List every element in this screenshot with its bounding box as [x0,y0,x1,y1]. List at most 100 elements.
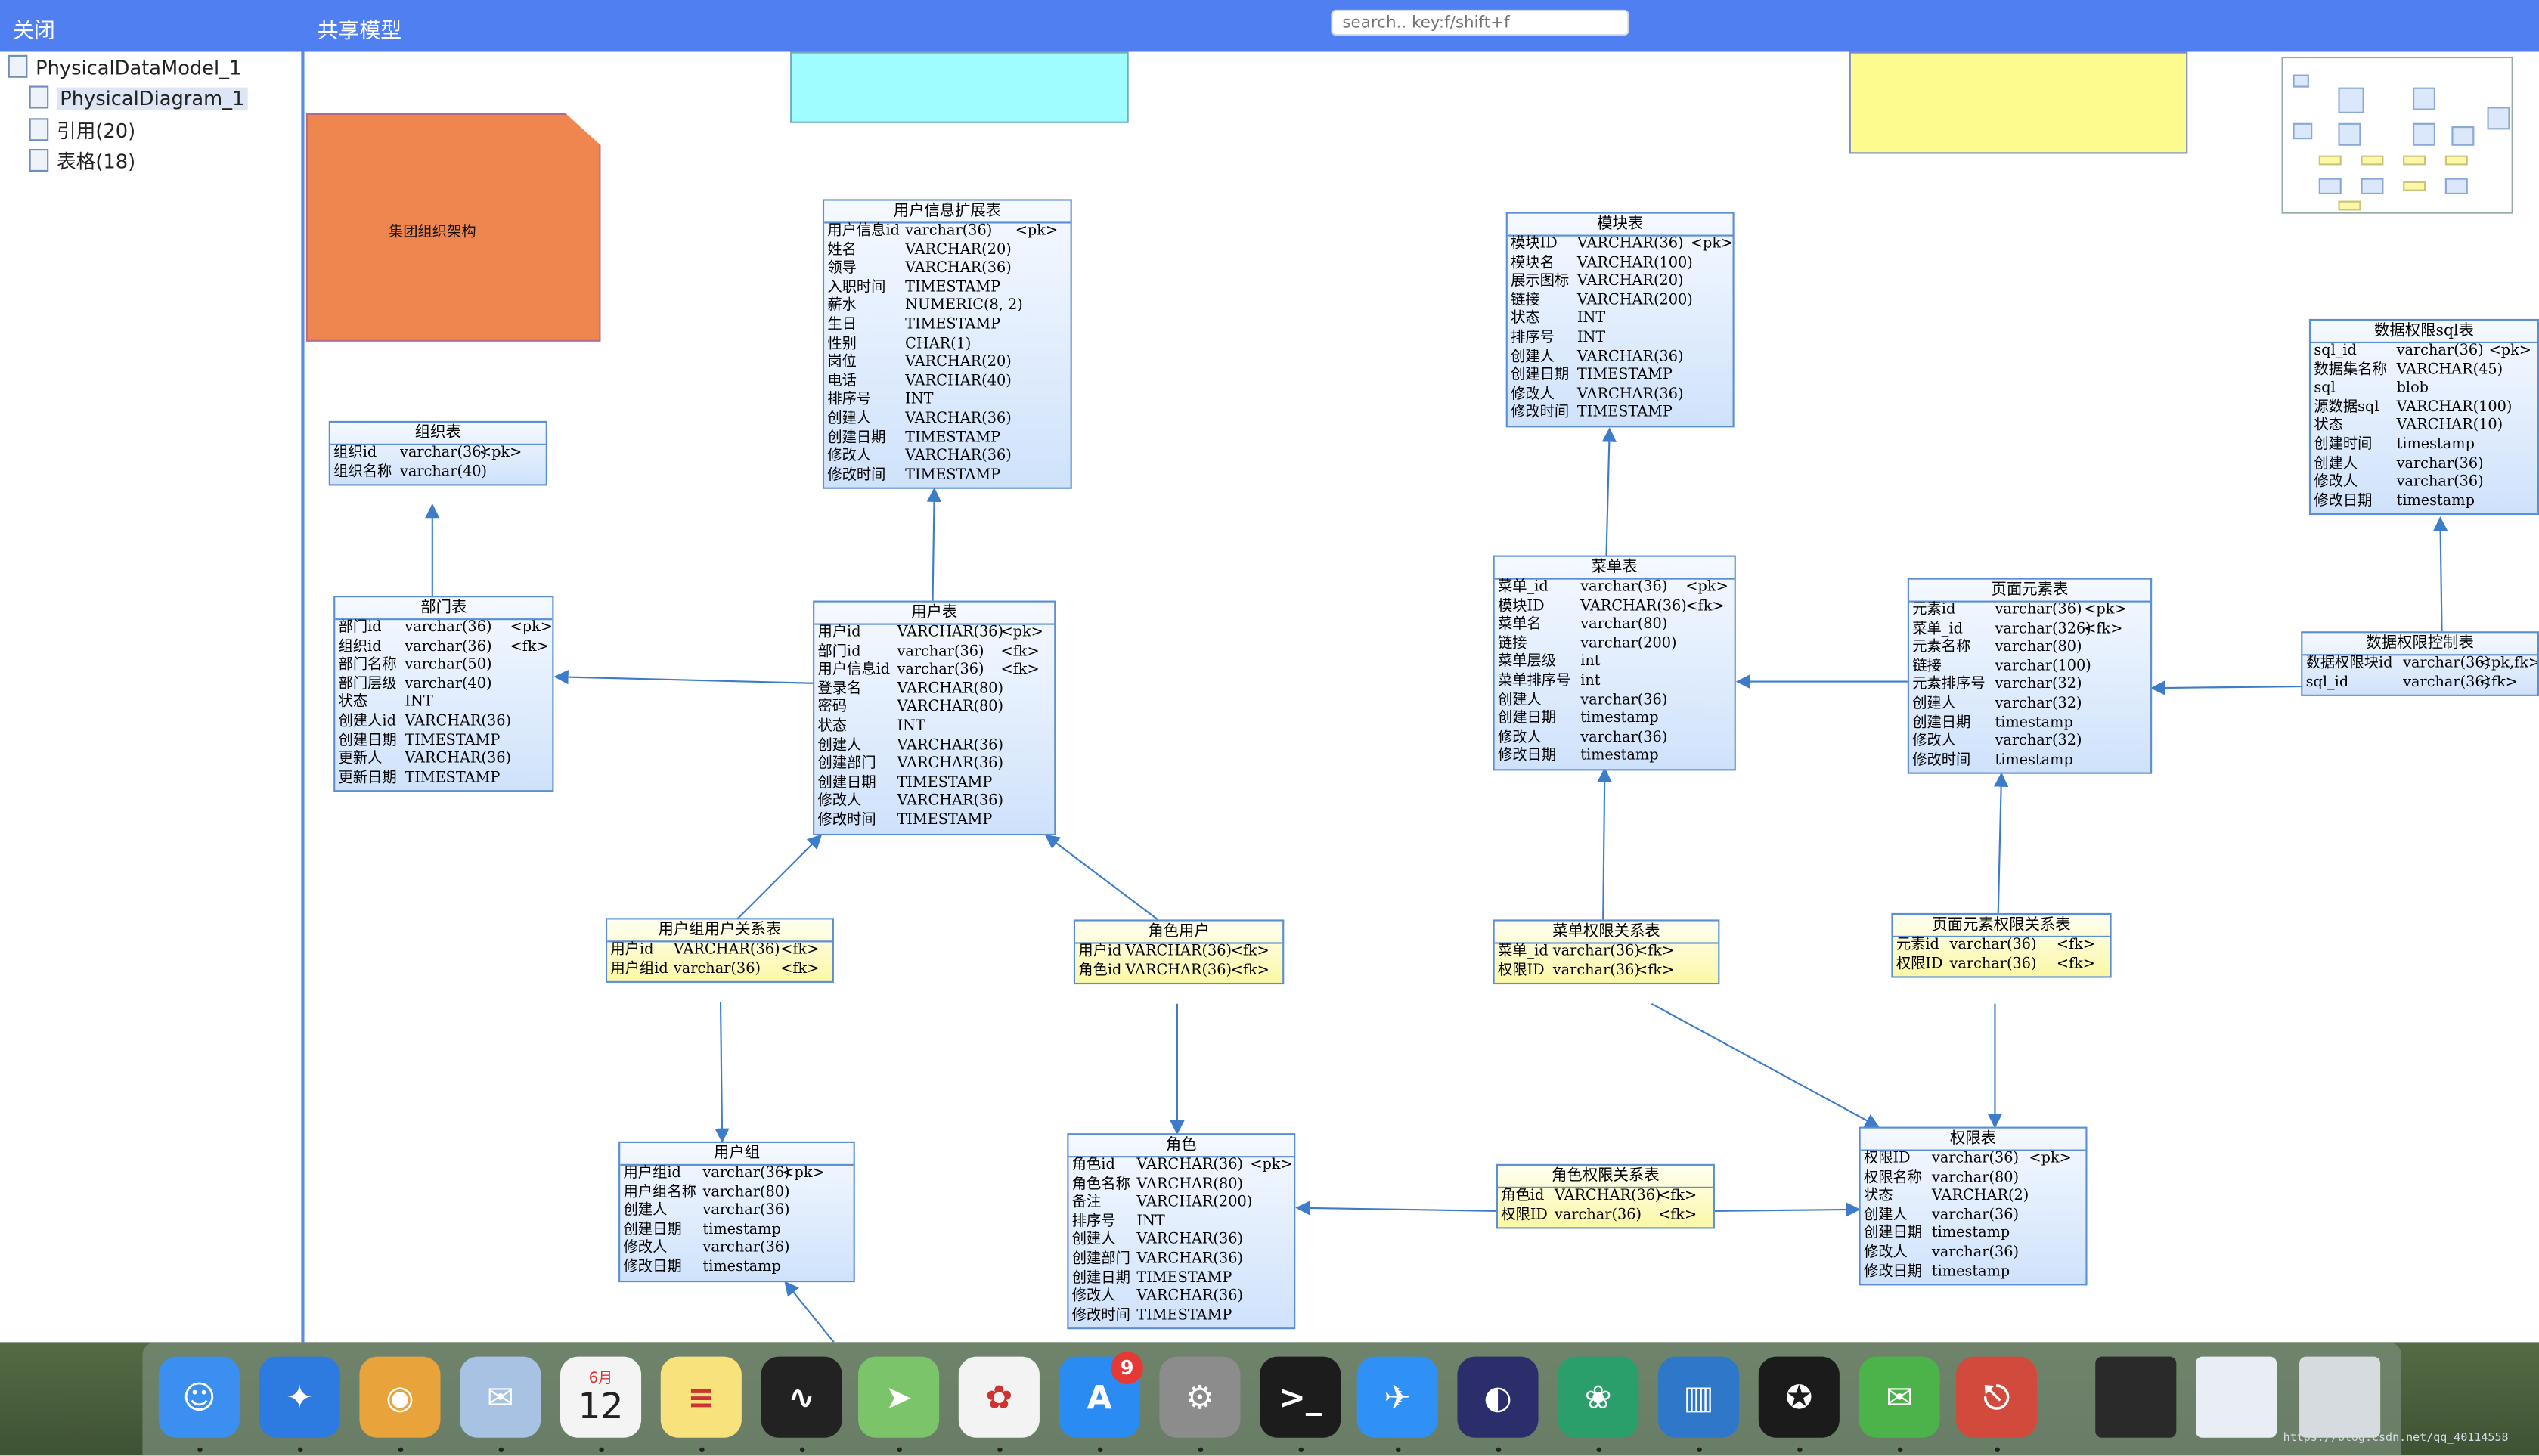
running-indicator [1198,1447,1204,1453]
diagram-canvas[interactable]: 集团组织架构 用户信息扩展表 用户信息id varchar(36) <pk> 姓名 VAR… [304,51,2539,1343]
table-data-perm-sql[interactable]: 数据权限sql表 sql_id varchar(36) <pk> 数据集名称 VARCHA… [2308,318,2539,516]
table-dept[interactable]: 部门表 部门id varchar(36) <pk> 组织id varchar(36) <fk… [333,596,554,793]
link-roleuser-user [1044,834,1158,921]
table-menu-perm[interactable]: 菜单权限关系表 菜单_id varchar(36) <fk> 权限ID varchar(3… [1493,919,1720,985]
column-type: TIMESTAMP [1576,367,1673,384]
system-preferences-icon[interactable]: ⚙ [1159,1356,1241,1438]
table-row: 权限ID varchar(36) <fk> [1893,956,2110,975]
table-org[interactable]: 组织表 组织id varchar(36) <pk> 组织名称 varchar(40) [328,420,547,486]
table-perm[interactable]: 权限表 权限ID varchar(36) <pk> 权限名称 varchar(80) 状态 V… [1859,1126,2088,1286]
notes-icon[interactable]: ≡ [660,1356,742,1438]
column-type: VARCHAR(80) [897,681,1004,698]
terminal-icon[interactable]: >_ [1260,1356,1341,1438]
table-row: 修改人 varchar(36) [1861,1245,2086,1264]
finder-icon[interactable]: ☺ [158,1356,240,1438]
column-type: VARCHAR(36) [1576,236,1684,253]
table-row: 修改人 varchar(36) [2311,475,2537,494]
running-indicator [599,1447,604,1453]
table-user[interactable]: 用户表 用户id VARCHAR(36) <pk> 部门id varchar(36) <fk… [813,600,1056,835]
table-title: 模块表 [1507,214,1733,237]
qq-icon[interactable]: ✪ [1758,1356,1840,1438]
safari-icon[interactable]: ✦ [259,1356,340,1438]
wechat-icon[interactable]: ✉ [1859,1356,1940,1438]
table-role-perm[interactable]: 角色权限关系表 角色id VARCHAR(36) <fk> 权限ID varchar(36… [1496,1163,1715,1229]
tree-item-tables[interactable]: 表格(18) [29,147,135,175]
column-name: sql [2314,380,2336,398]
tree-root[interactable]: PhysicalDataModel_1 [8,54,241,79]
table-row: 密码 VARCHAR(80) [814,700,1054,719]
column-type: VARCHAR(10) [2396,418,2503,435]
table-row: 元素排序号 varchar(32) [1909,677,2150,696]
column-type: timestamp [1931,1225,2010,1243]
navicat-icon[interactable]: ❀ [1558,1356,1639,1438]
trash-icon[interactable] [2299,1356,2381,1438]
photos-icon[interactable]: ✿ [958,1356,1040,1438]
table-row: 修改人 VARCHAR(36) [1508,386,1733,405]
link-menuperm-menu [1597,767,1612,920]
table-row: 角色名称 VARCHAR(80) [1068,1176,1294,1195]
table-row: 创建人 varchar(36) [2311,456,2537,475]
column-type: varchar(32) [1995,695,2082,713]
column-name: 更新日期 [338,770,397,787]
chrome-icon[interactable]: ◉ [359,1356,441,1438]
table-row: 菜单层级 int [1495,655,1735,674]
org-architecture-note[interactable]: 集团组织架构 [305,113,601,342]
table-row: 创建人 VARCHAR(36) [1068,1233,1294,1252]
table-row: sql_id varchar(36) <fk> [2302,674,2537,693]
yellow-note[interactable] [1849,51,2188,154]
table-elem-perm[interactable]: 页面元素权限关系表 元素id varchar(36) <fk> 权限ID varchar(… [1891,912,2112,978]
tree-item-diagram[interactable]: PhysicalDiagram_1 [29,85,248,110]
close-button[interactable]: 关闭 [13,13,55,44]
eclipse-icon[interactable]: ◐ [1457,1356,1539,1438]
link-elemperm-element [1993,772,2009,913]
table-role[interactable]: 角色 角色id VARCHAR(36) <pk> 角色名称 VARCHAR(80) 备注 VA… [1067,1133,1296,1331]
tree-item-references[interactable]: 引用(20) [29,116,135,144]
table-menu[interactable]: 菜单表 菜单_id varchar(36) <pk> 模块ID VARCHAR(36) <f… [1493,555,1736,771]
column-type: varchar(100) [1995,658,2091,675]
table-row: 部门id varchar(36) <pk> [335,620,553,639]
table-row: 权限ID varchar(36) <fk> [1495,962,1719,981]
overview-minimap[interactable] [2281,56,2513,214]
column-key: <fk> [1635,962,1675,979]
screen-share-icon[interactable]: ⎋ [1956,1356,2038,1438]
column-type: VARCHAR(36) [1576,386,1684,403]
table-module[interactable]: 模块表 模块ID VARCHAR(36) <pk> 模块名 VARCHAR(100) 展示图… [1505,212,1735,428]
column-name: 权限名称 [1863,1169,1923,1186]
search-input[interactable] [1331,9,1629,36]
table-group[interactable]: 用户组 用户组id varchar(36) <pk> 用户组名称 varchar(80) 创… [618,1141,855,1282]
dingtalk-icon[interactable]: ✈ [1356,1356,1438,1438]
table-row: 排序号 INT [1068,1214,1294,1233]
column-key: <pk> [1690,236,1734,253]
table-user-ext[interactable]: 用户信息扩展表 用户信息id varchar(36) <pk> 姓名 VARCHAR(20… [822,199,1072,490]
column-type: int [1580,673,1601,690]
window-thumbnail-terminal[interactable] [2095,1356,2177,1438]
table-row: 用户组名称 varchar(80) [620,1185,853,1204]
table-row: 修改日期 timestamp [1861,1264,2086,1283]
table-row: 创建人id VARCHAR(36) [335,714,552,733]
column-name: 权限ID [1497,962,1545,979]
column-name: 修改人 [827,448,872,465]
table-row: 创建人 VARCHAR(36) [1508,349,1733,368]
mail-icon[interactable]: ✉ [460,1356,541,1438]
table-data-perm-ctrl[interactable]: 数据权限控制表 数据权限块id varchar(36) <pk,fk> sql_id va… [2301,631,2539,697]
table-row: 组织id varchar(36) <fk> [335,639,552,658]
link-user-userext [926,487,942,601]
table-row: 用户id VARCHAR(36) <pk> [814,625,1054,644]
column-name: sql_id [2305,674,2349,691]
activity-monitor-icon[interactable]: ∿ [761,1356,842,1438]
calendar-icon[interactable]: 6月 12 [560,1356,642,1438]
column-type: timestamp [1995,752,2073,769]
window-thumbnail-finder[interactable] [2196,1356,2277,1438]
maps-icon[interactable]: ➤ [858,1356,940,1438]
column-type: varchar(80) [702,1184,790,1201]
table-group-user[interactable]: 用户组用户关系表 用户id VARCHAR(36) <fk> 用户组id varchar(… [605,918,834,984]
table-page-elem[interactable]: 页面元素表 元素id varchar(36) <pk> 菜单_id varchar(326… [1907,578,2153,775]
column-type: VARCHAR(2) [1931,1188,2029,1205]
trello-icon[interactable]: ▥ [1657,1356,1740,1438]
table-role-user[interactable]: 角色用户 用户id VARCHAR(36) <fk> 角色id VARCHAR(36) <f… [1073,919,1285,985]
column-name: 修改时间 [827,467,886,484]
cyan-note[interactable] [790,51,1129,123]
table-title: 组织表 [330,423,546,445]
table-row: 元素id varchar(36) <pk> [1909,603,2150,621]
column-type: VARCHAR(36) [1554,1188,1661,1205]
